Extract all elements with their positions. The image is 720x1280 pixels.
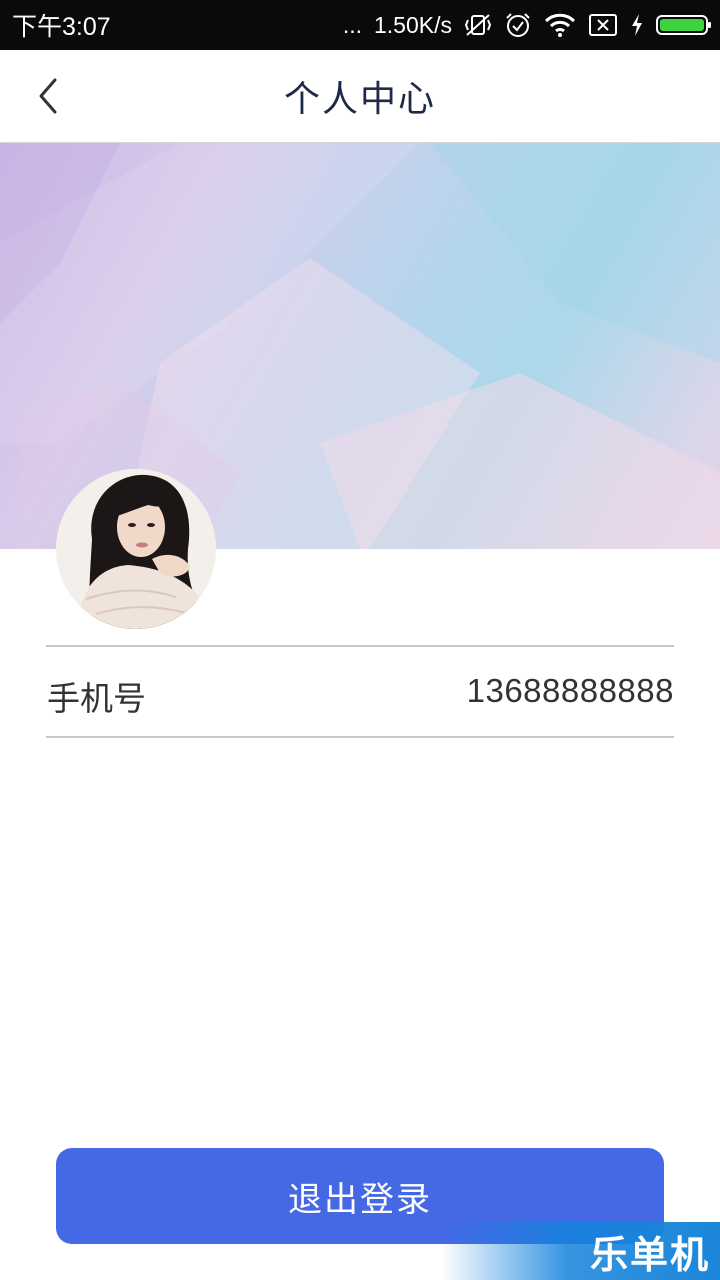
avatar-photo: [56, 469, 216, 629]
no-sim-icon: [588, 13, 618, 37]
divider-top: [46, 645, 674, 647]
logout-label: 退出登录: [288, 1179, 432, 1220]
charging-icon: [630, 13, 644, 37]
alarm-icon: [504, 11, 532, 39]
wifi-icon: [544, 12, 576, 38]
back-button[interactable]: [28, 72, 68, 120]
divider-bottom: [46, 736, 674, 738]
watermark-text: 乐单机: [589, 1232, 710, 1277]
status-dots: ...: [342, 11, 362, 38]
status-icons: ... 1.50K/s: [342, 11, 711, 39]
battery-level-fill: [660, 19, 704, 31]
vibrate-off-icon: [464, 12, 492, 38]
avatar[interactable]: [56, 469, 216, 629]
network-speed: 1.50K/s: [374, 11, 452, 38]
phone-label: 手机号: [47, 679, 146, 718]
watermark: 乐单机: [440, 1222, 720, 1280]
battery-icon: [656, 15, 711, 35]
status-time: 下午3:07: [12, 13, 111, 41]
status-bar: 下午3:07 ... 1.50K/s: [0, 0, 720, 50]
page-title: 个人中心: [283, 79, 436, 120]
phone-value: 13688888888: [466, 672, 674, 709]
nav-bar: 个人中心: [0, 50, 720, 143]
chevron-left-icon: [39, 78, 57, 114]
